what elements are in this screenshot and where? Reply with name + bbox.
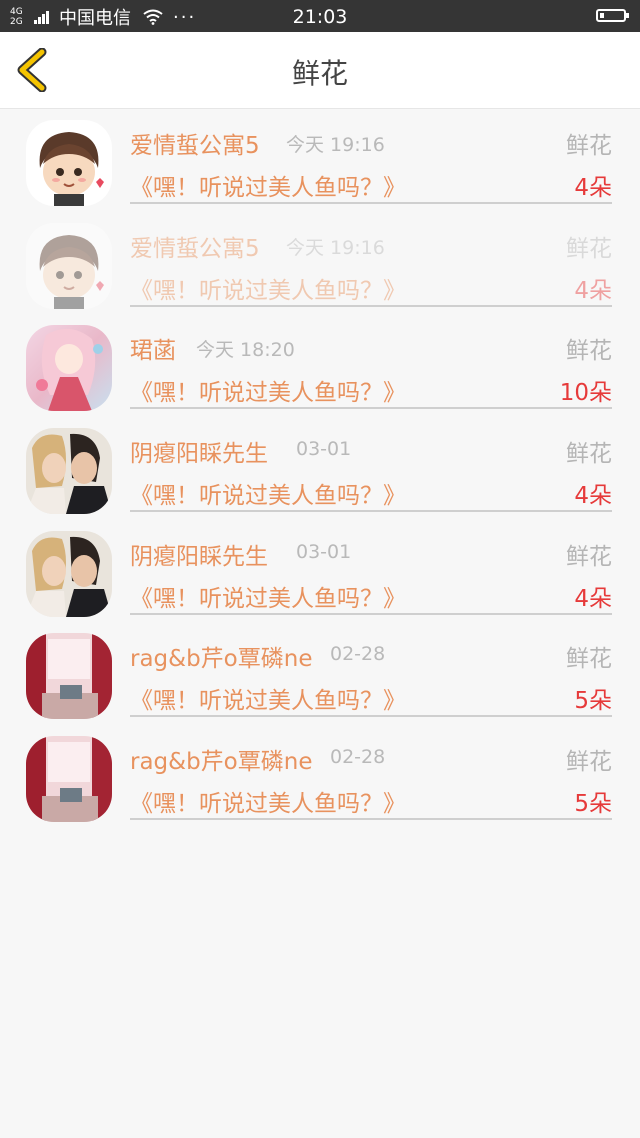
list-item[interactable]: 爱情蜇公寓5 今天 19:16 鲜花 《嘿！听说过美人鱼吗？》 4朵 bbox=[0, 219, 640, 322]
flower-count: 5朵 bbox=[574, 688, 612, 715]
flower-count: 4朵 bbox=[574, 175, 612, 201]
row-divider bbox=[130, 715, 612, 718]
flower-count: 5朵 bbox=[574, 791, 612, 818]
nav-header: 鲜花 bbox=[0, 32, 640, 109]
sender-name: 爱情蜇公寓5 bbox=[130, 235, 260, 262]
work-title-link[interactable]: 《嘿！听说过美人鱼吗？》 bbox=[130, 168, 406, 202]
send-time: 02-28 bbox=[330, 746, 386, 769]
flower-count: 4朵 bbox=[574, 483, 612, 510]
avatar[interactable] bbox=[26, 120, 112, 206]
gift-type: 鲜花 bbox=[566, 338, 612, 365]
send-time: 今天 18:20 bbox=[196, 339, 295, 362]
send-time: 今天 19:16 bbox=[286, 236, 385, 259]
list-item[interactable]: 爱情蜇公寓5 今天 19:16 鲜花 《嘿！听说过美人鱼吗？》 4朵 bbox=[0, 116, 640, 219]
sender-name: rag&b芹o覃磷ne bbox=[130, 646, 313, 673]
avatar[interactable] bbox=[26, 428, 112, 515]
list-item[interactable]: 阴瘪阳睬先生 03-01 鲜花 《嘿！听说过美人鱼吗？》 4朵 bbox=[0, 527, 640, 630]
sender-name: 阴瘪阳睬先生 bbox=[130, 543, 268, 570]
flower-count: 10朵 bbox=[559, 380, 612, 407]
gift-type: 鲜花 bbox=[566, 441, 612, 468]
list-item[interactable]: rag&b芹o覃磷ne 02-28 鲜花 《嘿！听说过美人鱼吗？》 5朵 bbox=[0, 629, 640, 732]
page-title: 鲜花 bbox=[291, 57, 348, 90]
gift-type: 鲜花 bbox=[566, 749, 612, 776]
work-title-link[interactable]: 《嘿！听说过美人鱼吗？》 bbox=[130, 271, 406, 305]
row-divider bbox=[130, 304, 612, 307]
list-item[interactable]: 阴瘪阳睬先生 03-01 鲜花 《嘿！听说过美人鱼吗？》 4朵 bbox=[0, 424, 640, 527]
flower-list: 爱情蜇公寓5 今天 19:16 鲜花 《嘿！听说过美人鱼吗？》 4朵 爱情蜇公寓… bbox=[0, 116, 640, 835]
list-item[interactable]: rag&b芹o覃磷ne 02-28 鲜花 《嘿！听说过美人鱼吗？》 5朵 bbox=[0, 732, 640, 835]
row-divider bbox=[130, 202, 612, 204]
send-time: 今天 19:16 bbox=[286, 134, 385, 156]
send-time: 02-28 bbox=[330, 643, 386, 666]
sender-name: 珺菡 bbox=[130, 338, 176, 365]
work-title-link[interactable]: 《嘿！听说过美人鱼吗？》 bbox=[130, 784, 406, 818]
send-time: 03-01 bbox=[296, 540, 352, 563]
sender-name: 爱情蜇公寓5 bbox=[130, 133, 260, 159]
sender-name: rag&b芹o覃磷ne bbox=[130, 749, 313, 776]
flower-count: 4朵 bbox=[574, 585, 612, 612]
gift-type: 鲜花 bbox=[566, 543, 612, 570]
gift-type: 鲜花 bbox=[566, 133, 612, 159]
avatar[interactable] bbox=[26, 633, 112, 720]
avatar[interactable] bbox=[26, 530, 112, 617]
avatar[interactable] bbox=[26, 736, 112, 823]
status-time: 21:03 bbox=[292, 6, 348, 28]
row-divider bbox=[130, 612, 612, 615]
flower-count: 4朵 bbox=[574, 277, 612, 304]
list-item[interactable]: 珺菡 今天 18:20 鲜花 《嘿！听说过美人鱼吗？》 10朵 bbox=[0, 321, 640, 424]
work-title-link[interactable]: 《嘿！听说过美人鱼吗？》 bbox=[130, 476, 406, 510]
avatar[interactable] bbox=[26, 325, 112, 412]
battery-icon bbox=[596, 9, 629, 22]
status-bar: 4G 2G 中国电信 ··· 21:03 bbox=[0, 0, 640, 32]
gift-type: 鲜花 bbox=[566, 235, 612, 262]
work-title-link[interactable]: 《嘿！听说过美人鱼吗？》 bbox=[130, 373, 406, 407]
send-time: 03-01 bbox=[296, 438, 352, 461]
row-divider bbox=[130, 510, 612, 513]
work-title-link[interactable]: 《嘿！听说过美人鱼吗？》 bbox=[130, 579, 406, 613]
avatar[interactable] bbox=[26, 222, 112, 309]
work-title-link[interactable]: 《嘿！听说过美人鱼吗？》 bbox=[130, 681, 406, 715]
sender-name: 阴瘪阳睬先生 bbox=[130, 441, 268, 468]
row-divider bbox=[130, 407, 612, 410]
gift-type: 鲜花 bbox=[566, 646, 612, 673]
row-divider bbox=[130, 818, 612, 821]
